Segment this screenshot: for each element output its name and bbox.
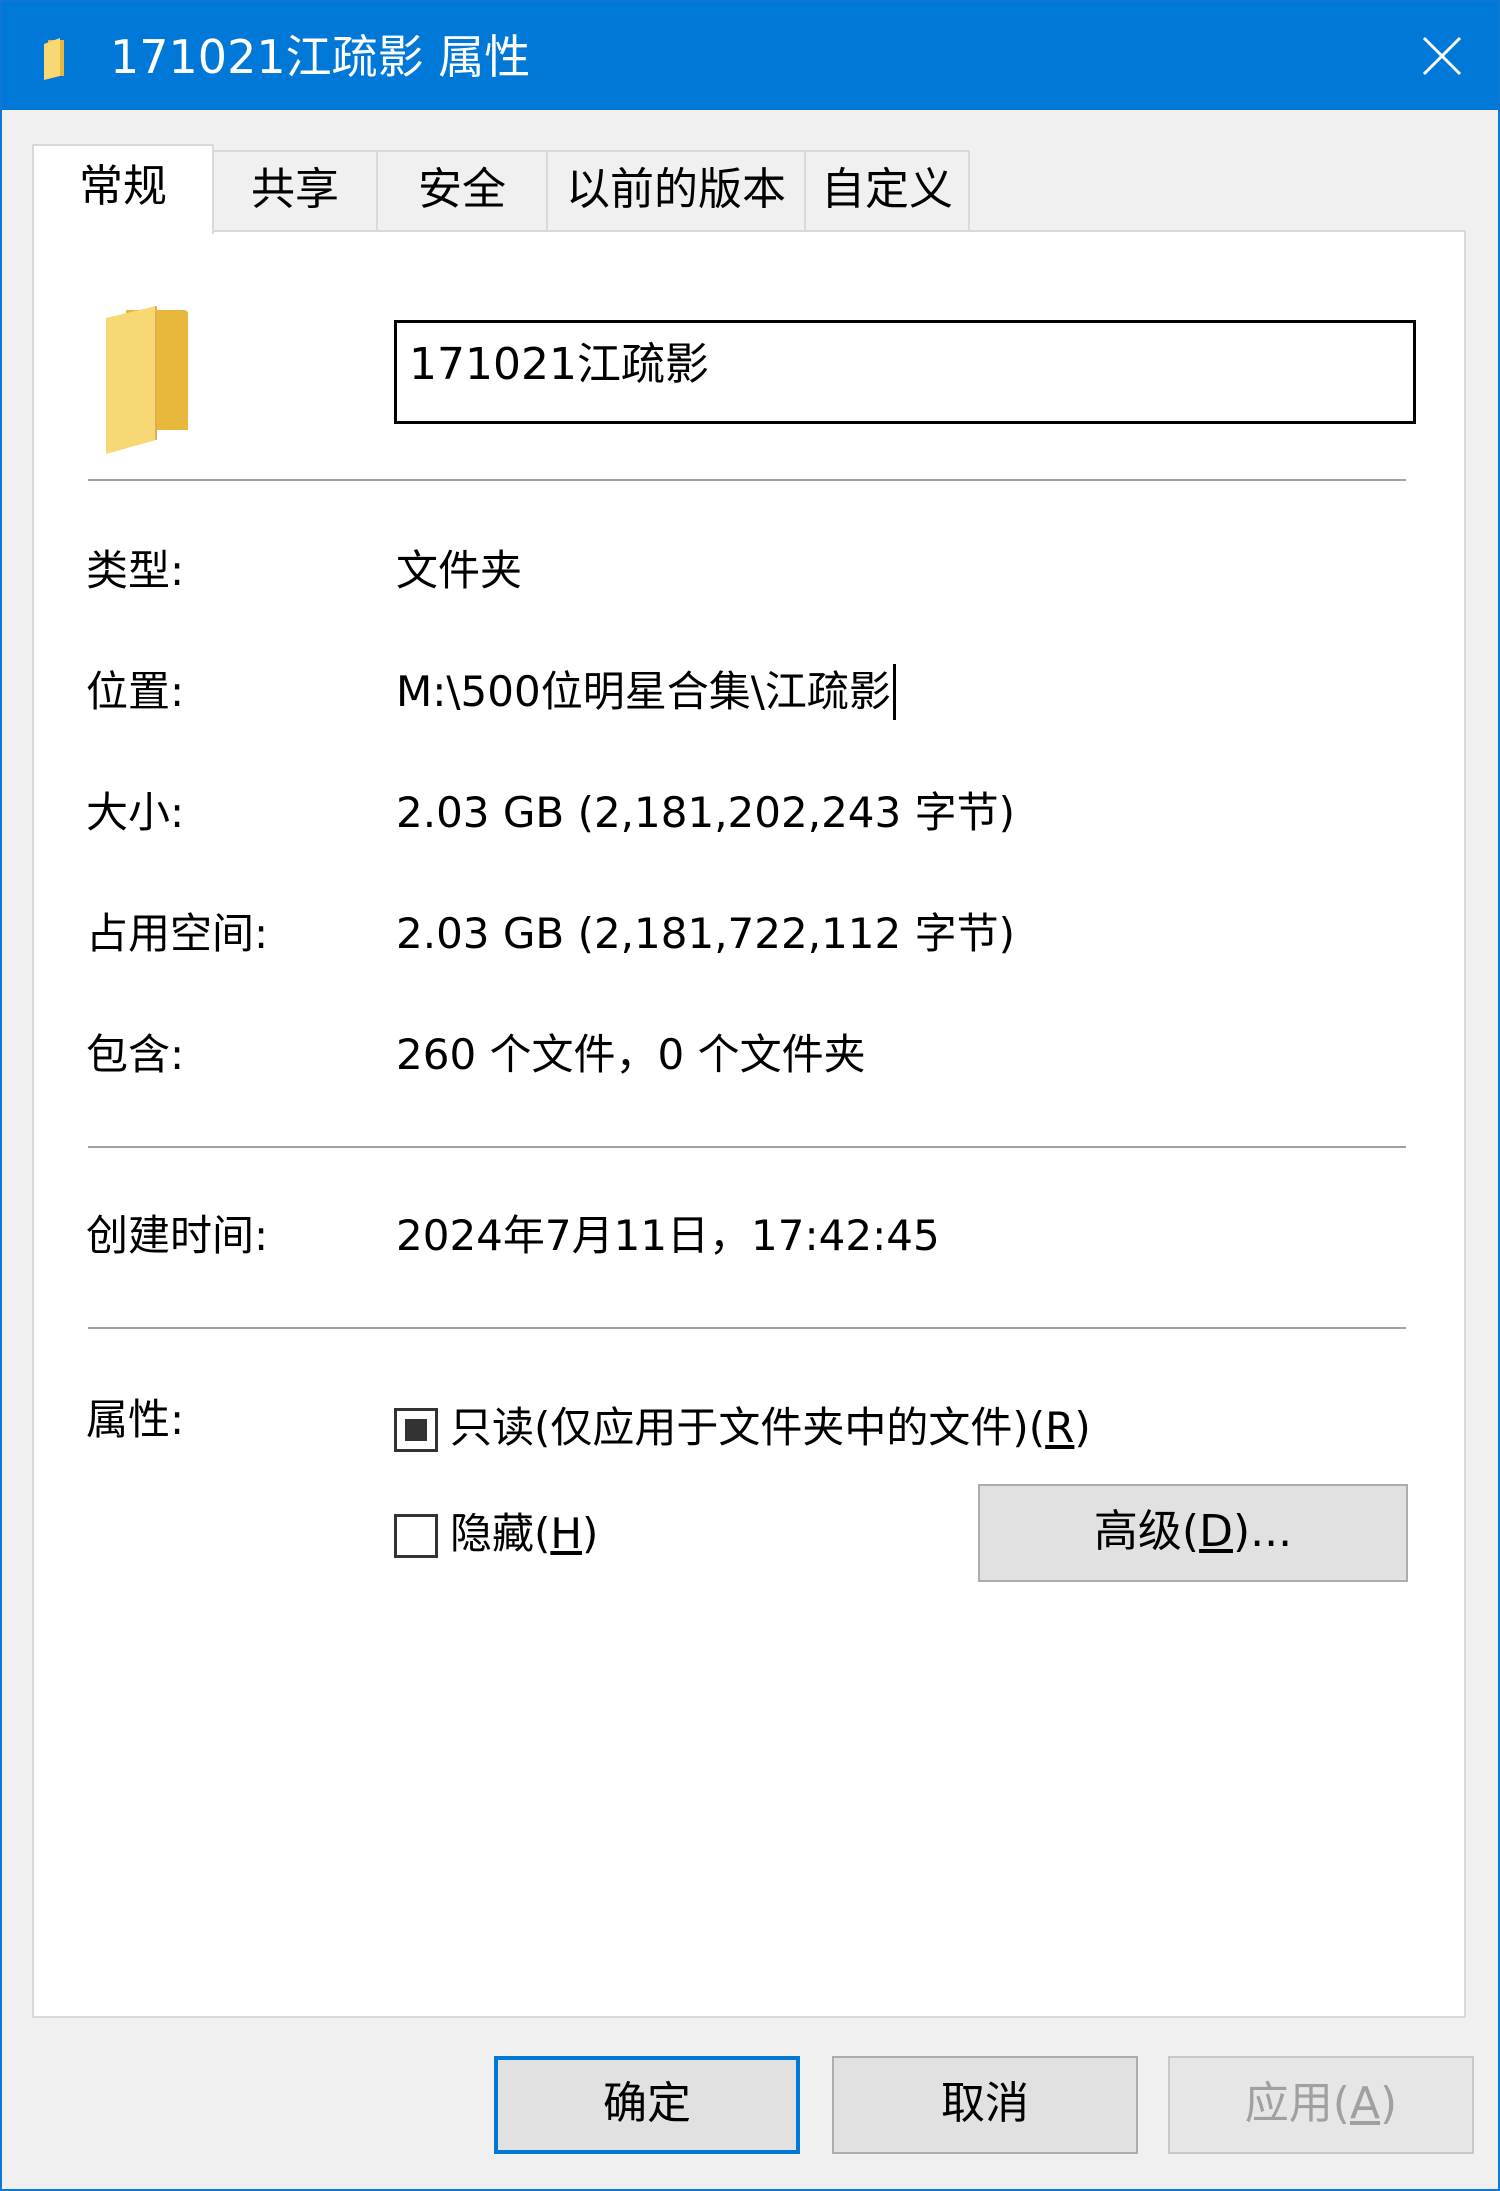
readonly-checkbox[interactable] bbox=[394, 1408, 438, 1452]
divider bbox=[88, 1146, 1406, 1148]
tab-previous-versions[interactable]: 以前的版本 bbox=[546, 150, 806, 230]
cancel-label: 取消 bbox=[941, 2078, 1029, 2129]
tab-general[interactable]: 常规 bbox=[32, 144, 214, 234]
type-value: 文件夹 bbox=[396, 546, 523, 595]
ok-label: 确定 bbox=[603, 2078, 691, 2129]
indeterminate-mark bbox=[405, 1419, 427, 1441]
folder-name-field[interactable]: 171021江疏影 bbox=[394, 320, 1416, 424]
attributes-label: 属性: bbox=[86, 1395, 185, 1444]
apply-button: 应用(A) bbox=[1168, 2056, 1474, 2154]
general-panel bbox=[32, 230, 1466, 2018]
hidden-label[interactable]: 隐藏(H) bbox=[450, 1506, 598, 1562]
size-value: 2.03 GB (2,181,202,243 字节) bbox=[396, 788, 1015, 837]
readonly-label[interactable]: 只读(仅应用于文件夹中的文件)(R) bbox=[450, 1400, 1091, 1456]
divider bbox=[88, 1327, 1406, 1329]
tab-label: 以前的版本 bbox=[566, 164, 786, 215]
location-label: 位置: bbox=[86, 667, 185, 716]
tab-security[interactable]: 安全 bbox=[376, 150, 548, 230]
tab-label: 常规 bbox=[79, 161, 167, 212]
properties-window: 171021江疏影 属性 共享 安全 以前的版本 自定义 常规 171021江疏… bbox=[0, 0, 1500, 2191]
size-label: 大小: bbox=[86, 788, 185, 837]
close-icon bbox=[1422, 36, 1462, 76]
close-button[interactable] bbox=[1386, 2, 1498, 110]
advanced-button[interactable]: 高级(D)... bbox=[978, 1484, 1408, 1582]
tab-customize[interactable]: 自定义 bbox=[804, 150, 970, 230]
tab-label: 自定义 bbox=[821, 164, 953, 215]
location-text: M:\500位明星合集\江疏影 bbox=[396, 667, 891, 716]
created-label: 创建时间: bbox=[86, 1211, 269, 1260]
hidden-checkbox[interactable] bbox=[394, 1514, 438, 1558]
created-value: 2024年7月11日，17:42:45 bbox=[396, 1211, 940, 1260]
text-caret bbox=[892, 664, 896, 720]
size-on-disk-value: 2.03 GB (2,181,722,112 字节) bbox=[396, 909, 1015, 958]
tab-sharing[interactable]: 共享 bbox=[212, 150, 378, 230]
window-title: 171021江疏影 属性 bbox=[110, 30, 531, 84]
divider bbox=[88, 479, 1406, 481]
contains-value: 260 个文件，0 个文件夹 bbox=[396, 1030, 866, 1079]
title-bar[interactable]: 171021江疏影 属性 bbox=[2, 2, 1498, 110]
contains-label: 包含: bbox=[86, 1030, 185, 1079]
tab-label: 安全 bbox=[418, 164, 506, 215]
ok-button[interactable]: 确定 bbox=[494, 2056, 800, 2154]
folder-icon bbox=[106, 306, 188, 454]
cancel-button[interactable]: 取消 bbox=[832, 2056, 1138, 2154]
tab-label: 共享 bbox=[251, 164, 339, 215]
location-value[interactable]: M:\500位明星合集\江疏影 bbox=[396, 664, 896, 720]
folder-icon bbox=[44, 38, 64, 80]
size-on-disk-label: 占用空间: bbox=[86, 909, 269, 958]
type-label: 类型: bbox=[86, 546, 185, 595]
